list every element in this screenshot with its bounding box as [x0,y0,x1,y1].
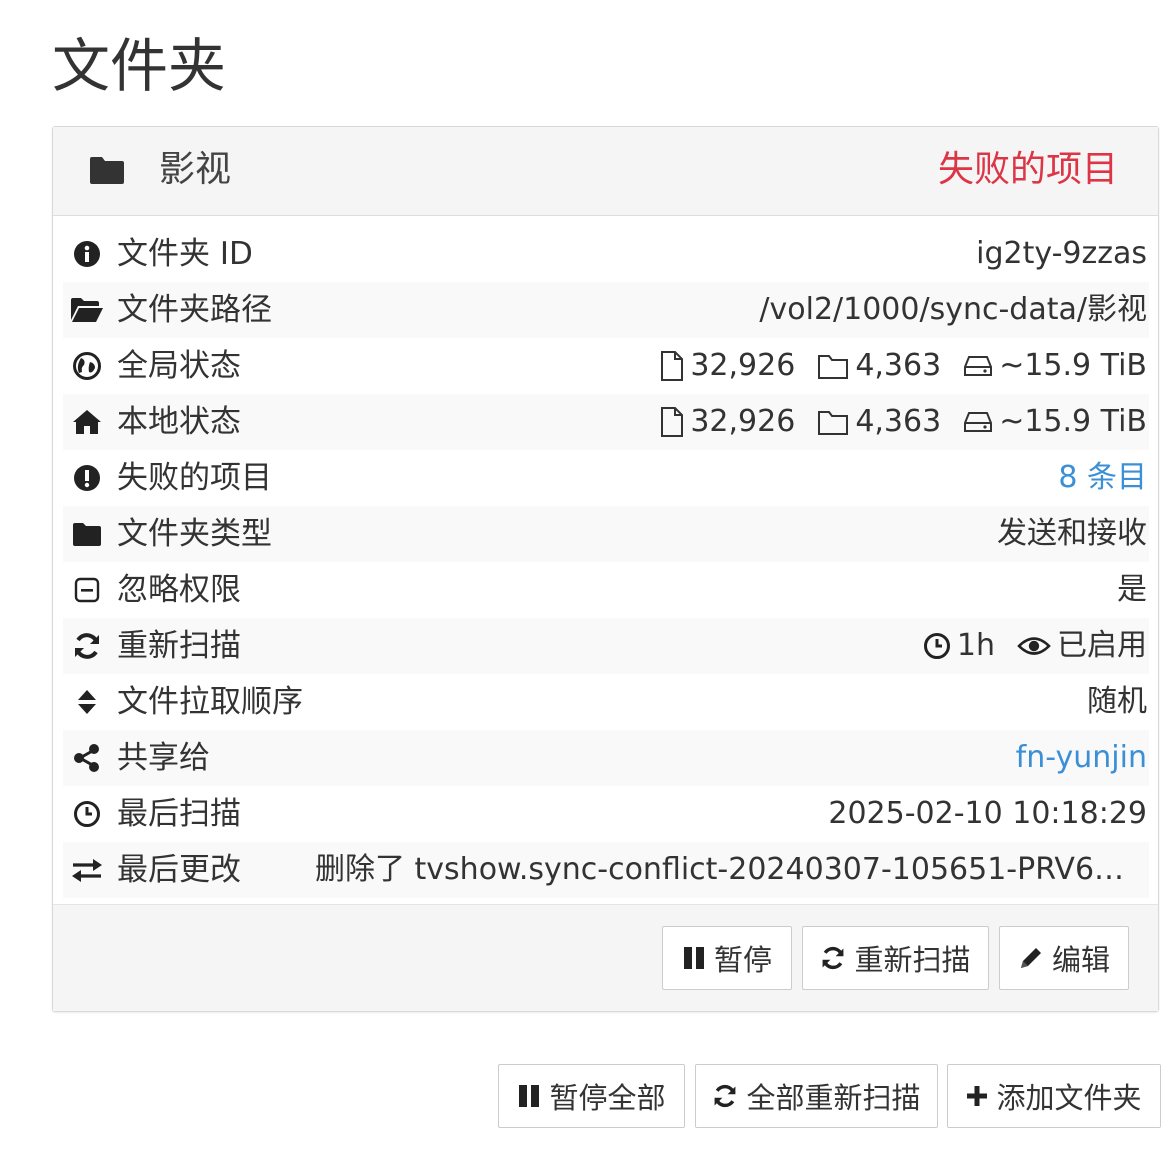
edit-button[interactable]: 编辑 [999,926,1129,990]
row-label: 文件拉取顺序 [117,684,303,720]
row-label: 文件夹类型 [117,516,272,552]
folder-path-value: /vol2/1000/sync-data/影视 [759,292,1147,327]
pull-order-value: 随机 [1087,684,1147,719]
row-pull-order: 文件拉取顺序 随机 [63,674,1149,730]
row-label: 文件夹 ID [117,236,253,272]
global-size: ~15.9 TiB [999,348,1147,383]
pause-all-button[interactable]: 暂停全部 [498,1064,685,1128]
file-icon [661,351,684,381]
folder-open-icon [69,282,105,338]
local-size-stat: ~15.9 TiB [963,394,1147,450]
rescan-button-label: 重新扫描 [854,943,971,977]
folder-status-badge: 失败的项目 [937,149,1118,190]
folder-icon [69,506,105,562]
local-dirs-stat: 4,363 [817,394,941,450]
info-icon [69,226,105,282]
folder-panel-footer: 暂停 重新扫描 编辑 [53,904,1158,1011]
row-shared-with: 共享给 fn-yunjin [63,730,1149,786]
pause-icon [683,947,704,969]
folder-outline-icon [818,355,849,379]
rescan-interval-stat: 1h [923,618,995,674]
pause-all-label: 暂停全部 [549,1081,666,1115]
row-folder-path: 文件夹路径 /vol2/1000/sync-data/影视 [63,282,1149,338]
folder-id-value: ig2ty-9zzas [976,236,1147,271]
pause-button[interactable]: 暂停 [662,926,792,990]
row-rescan: 重新扫描 1h 已启用 [63,618,1149,674]
global-dirs-count: 4,363 [855,348,942,383]
hdd-icon [964,356,993,376]
share-icon [69,730,105,786]
row-label: 重新扫描 [117,628,241,664]
rescan-interval: 1h [956,628,995,663]
row-last-scan: 最后扫描 2025-02-10 10:18:29 [63,786,1149,842]
add-folder-button[interactable]: 添加文件夹 [947,1064,1161,1128]
row-folder-type: 文件夹类型 发送和接收 [63,506,1149,562]
row-label: 最后扫描 [117,796,241,832]
row-global-state: 全局状态 32,926 4,363 ~15.9 TiB [63,338,1149,394]
globe-icon [69,338,105,394]
folder-type-value: 发送和接收 [997,516,1147,551]
refresh-icon [69,618,105,674]
row-label: 本地状态 [117,404,241,440]
global-size-stat: ~15.9 TiB [963,338,1147,394]
row-failed-items: 失败的项目 8 条目 [63,450,1149,506]
local-size: ~15.9 TiB [999,404,1147,439]
pause-button-label: 暂停 [713,943,772,977]
row-ignore-permissions: 忽略权限 是 [63,562,1149,618]
global-files-count: 32,926 [690,348,796,383]
row-label: 全局状态 [117,348,241,384]
watch-status: 已启用 [1057,628,1147,663]
file-icon [661,407,684,437]
add-folder-label: 添加文件夹 [996,1081,1142,1115]
global-dirs-stat: 4,363 [817,338,941,394]
row-local-state: 本地状态 32,926 4,363 ~15.9 TiB [63,394,1149,450]
rescan-value: 1h 已启用 [923,618,1149,674]
pause-icon [519,1085,540,1107]
plus-icon [967,1086,988,1106]
folder-icon [90,157,124,184]
eye-icon [1017,637,1051,655]
rescan-button[interactable]: 重新扫描 [802,926,989,990]
folder-name: 影视 [159,149,232,190]
local-files-stat: 32,926 [660,394,795,450]
sort-icon [69,674,105,730]
minus-square-icon [69,562,105,618]
pencil-icon [1020,948,1041,968]
clock-icon [923,633,950,659]
edit-button-label: 编辑 [1051,943,1110,977]
refresh-icon [823,946,844,970]
hdd-icon [964,412,993,432]
watch-stat: 已启用 [1017,618,1147,674]
row-last-change: 最后更改 删除了 tvshow.sync-conflict-20240307-1… [63,842,1149,898]
failed-items-link[interactable]: 8 条目 [1058,450,1149,506]
shared-device-link[interactable]: fn-yunjin [1016,730,1149,786]
row-label: 文件夹路径 [117,292,272,328]
exclamation-icon [69,450,105,506]
home-icon [69,394,105,450]
page-title: 文件夹 [52,32,227,100]
global-files-stat: 32,926 [660,338,795,394]
row-label: 共享给 [117,740,210,776]
rescan-all-button[interactable]: 全部重新扫描 [695,1064,938,1128]
row-label: 失败的项目 [117,460,272,496]
refresh-icon [715,1084,736,1108]
row-label: 最后更改 [117,852,241,888]
folder-details: 文件夹 ID ig2ty-9zzas 文件夹路径 /vol2/1000/sync… [63,226,1149,898]
exchange-icon [69,842,105,898]
folder-panel: 影视 失败的项目 文件夹 ID ig2ty-9zzas 文件夹路径 /vol2/… [52,126,1159,1012]
local-dirs-count: 4,363 [855,404,942,439]
row-label: 忽略权限 [117,572,241,608]
clock-icon [69,786,105,842]
row-folder-id: 文件夹 ID ig2ty-9zzas [63,226,1149,282]
local-files-count: 32,926 [690,404,796,439]
ignore-permissions-value: 是 [1117,572,1147,607]
folder-outline-icon [818,411,849,435]
folder-panel-heading[interactable]: 影视 失败的项目 [53,127,1158,216]
local-state-value: 32,926 4,363 ~15.9 TiB [660,394,1149,450]
last-change-value[interactable]: 删除了 tvshow.sync-conflict-20240307-105651… [315,842,1149,898]
global-state-value: 32,926 4,363 ~15.9 TiB [660,338,1149,394]
last-scan-value: 2025-02-10 10:18:29 [828,796,1147,831]
rescan-all-label: 全部重新扫描 [746,1081,921,1115]
